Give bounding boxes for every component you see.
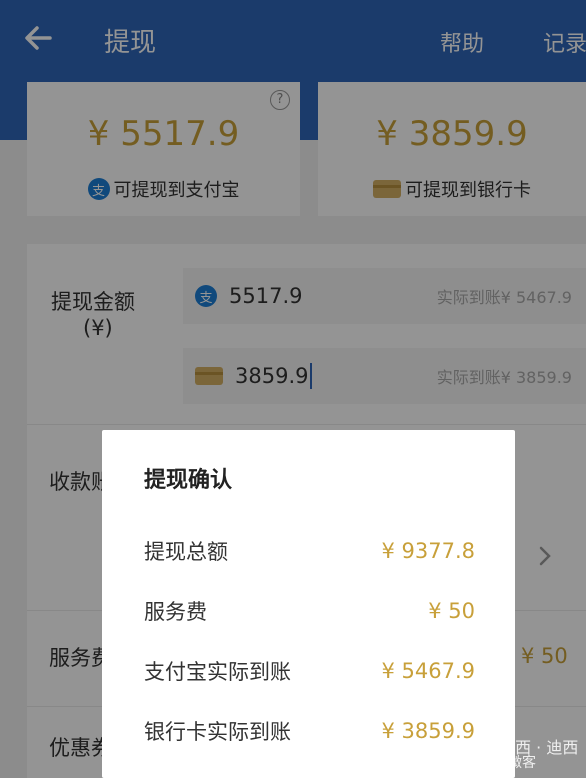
dialog-row-bank: 银行卡实际到账 ¥ 3859.9 bbox=[144, 714, 475, 748]
dialog-title: 提现确认 bbox=[144, 468, 233, 493]
watermark-text-secondary: 阿阳微客 bbox=[480, 755, 536, 771]
dialog-row-alipay: 支付宝实际到账 ¥ 5467.9 bbox=[144, 654, 475, 688]
dialog-row-label: 支付宝实际到账 bbox=[144, 660, 291, 684]
dialog-row-fee: 服务费 ¥ 50 bbox=[144, 594, 475, 628]
dialog-row-total: 提现总额 ¥ 9377.8 bbox=[144, 534, 475, 568]
withdraw-confirm-dialog: 提现确认 提现总额 ¥ 9377.8 服务费 ¥ 50 支付宝实际到账 ¥ 54… bbox=[102, 430, 515, 778]
dialog-row-label: 服务费 bbox=[144, 600, 207, 624]
dialog-row-label: 银行卡实际到账 bbox=[144, 720, 291, 744]
dialog-row-value: ¥ 50 bbox=[428, 599, 475, 623]
dialog-row-value: ¥ 5467.9 bbox=[381, 659, 475, 683]
dialog-row-label: 提现总额 bbox=[144, 540, 228, 564]
dialog-row-value: ¥ 9377.8 bbox=[381, 539, 475, 563]
